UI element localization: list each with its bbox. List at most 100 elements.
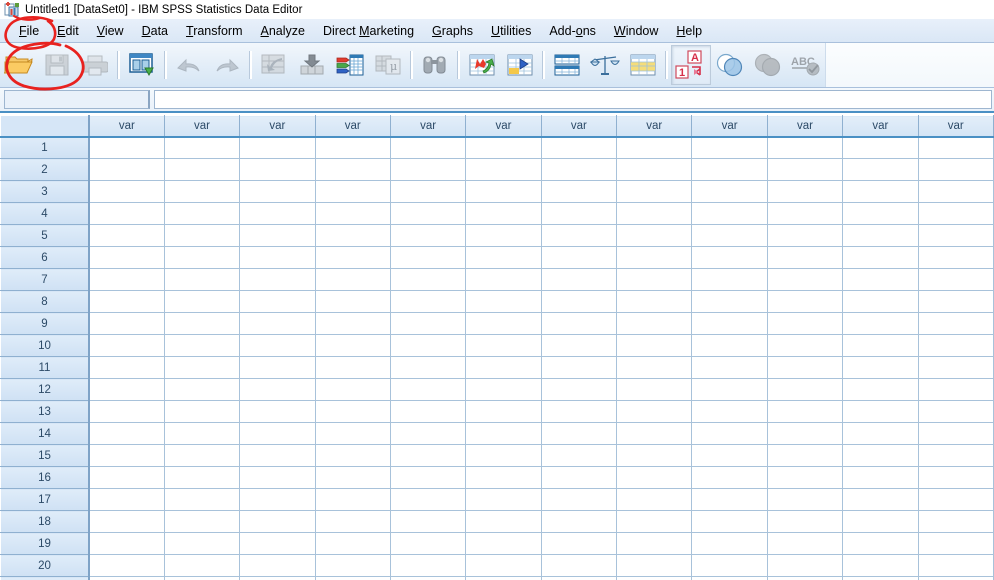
data-cell[interactable] [691, 532, 768, 555]
column-header-var[interactable]: var [314, 115, 391, 138]
data-cell[interactable] [918, 510, 994, 533]
data-cell[interactable] [315, 356, 391, 379]
data-cell[interactable] [691, 224, 768, 247]
data-cell[interactable] [691, 246, 768, 269]
data-cell[interactable] [164, 356, 241, 379]
split-file-icon[interactable] [548, 45, 586, 85]
data-cell[interactable] [691, 290, 768, 313]
column-header-var[interactable]: var [88, 115, 165, 138]
data-cell[interactable] [691, 510, 768, 533]
data-cell[interactable] [164, 510, 241, 533]
data-cell[interactable] [88, 356, 165, 379]
data-cell[interactable] [842, 202, 919, 225]
data-cell[interactable] [390, 202, 467, 225]
row-header-number[interactable]: 10 [0, 334, 90, 357]
data-cell[interactable] [465, 378, 542, 401]
data-cell[interactable] [239, 312, 316, 335]
column-header-var[interactable]: var [691, 115, 768, 138]
data-cell[interactable] [239, 400, 316, 423]
data-cell[interactable] [239, 246, 316, 269]
data-cell[interactable] [842, 488, 919, 511]
data-cell[interactable] [767, 554, 844, 577]
data-cell[interactable] [465, 532, 542, 555]
row-header-number[interactable]: 2 [0, 158, 90, 181]
data-cell[interactable] [315, 378, 391, 401]
data-cell[interactable] [88, 158, 165, 181]
row-header-number[interactable]: 1 [0, 136, 90, 159]
data-cell[interactable] [541, 246, 618, 269]
data-cell[interactable] [315, 576, 391, 580]
data-cell[interactable] [88, 576, 165, 580]
data-cell[interactable] [842, 576, 919, 580]
data-cell[interactable] [767, 466, 844, 489]
data-cell[interactable] [315, 180, 391, 203]
data-cell[interactable] [390, 532, 467, 555]
show-all-variables-icon[interactable] [749, 45, 787, 85]
data-cell[interactable] [465, 510, 542, 533]
data-cell[interactable] [88, 466, 165, 489]
data-cell[interactable] [616, 290, 693, 313]
data-cell[interactable] [88, 444, 165, 467]
data-cell[interactable] [315, 224, 391, 247]
data-cell[interactable] [767, 488, 844, 511]
data-cell[interactable] [239, 466, 316, 489]
data-cell[interactable] [88, 246, 165, 269]
data-cell[interactable] [315, 400, 391, 423]
data-cell[interactable] [315, 422, 391, 445]
data-cell[interactable] [691, 158, 768, 181]
data-cell[interactable] [465, 400, 542, 423]
data-cell[interactable] [918, 158, 994, 181]
data-cell[interactable] [691, 202, 768, 225]
column-header-var[interactable]: var [163, 115, 241, 138]
data-cell[interactable] [465, 246, 542, 269]
data-cell[interactable] [541, 224, 618, 247]
data-cell[interactable] [239, 180, 316, 203]
data-cell[interactable] [239, 488, 316, 511]
data-cell[interactable] [842, 136, 919, 159]
data-cell[interactable] [616, 312, 693, 335]
data-cell[interactable] [164, 466, 241, 489]
data-cell[interactable] [315, 312, 391, 335]
data-cell[interactable] [88, 268, 165, 291]
goto-variable-icon[interactable] [293, 45, 331, 85]
data-cell[interactable] [88, 554, 165, 577]
data-cell[interactable] [918, 224, 994, 247]
menu-item-data[interactable]: Data [133, 22, 177, 40]
data-cell[interactable] [315, 488, 391, 511]
row-header-number[interactable]: 7 [0, 268, 90, 291]
data-cell[interactable] [842, 444, 919, 467]
menu-item-utilities[interactable]: Utilities [482, 22, 540, 40]
data-cell[interactable] [767, 224, 844, 247]
data-cell[interactable] [842, 400, 919, 423]
data-cell[interactable] [465, 158, 542, 181]
menu-item-direct-marketing[interactable]: Direct Marketing [314, 22, 423, 40]
data-cell[interactable] [164, 312, 241, 335]
data-cell[interactable] [465, 488, 542, 511]
data-cell[interactable] [918, 444, 994, 467]
data-cell[interactable] [616, 158, 693, 181]
data-cell[interactable] [390, 488, 467, 511]
data-cell[interactable] [691, 312, 768, 335]
data-cell[interactable] [767, 180, 844, 203]
data-cell[interactable] [842, 466, 919, 489]
data-cell[interactable] [767, 246, 844, 269]
data-cell[interactable] [767, 202, 844, 225]
row-header-number[interactable]: 18 [0, 510, 90, 533]
select-cases-icon[interactable] [624, 45, 662, 85]
insert-variable-icon[interactable] [501, 45, 539, 85]
data-cell[interactable] [616, 510, 693, 533]
data-cell[interactable] [541, 290, 618, 313]
menu-item-edit[interactable]: Edit [48, 22, 88, 40]
data-cell[interactable] [239, 510, 316, 533]
data-cell[interactable] [315, 246, 391, 269]
data-cell[interactable] [541, 400, 618, 423]
data-cell[interactable] [315, 334, 391, 357]
data-cell[interactable] [842, 422, 919, 445]
data-cell[interactable] [239, 202, 316, 225]
data-cell[interactable] [88, 532, 165, 555]
data-cell[interactable] [842, 268, 919, 291]
data-cell[interactable] [541, 268, 618, 291]
data-cell[interactable] [767, 422, 844, 445]
data-cell[interactable] [767, 576, 844, 580]
data-cell[interactable] [541, 576, 618, 580]
